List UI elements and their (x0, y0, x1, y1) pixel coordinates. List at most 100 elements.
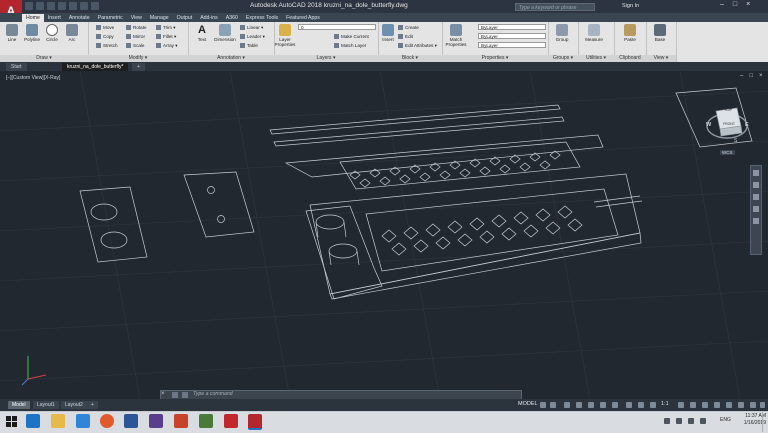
polyline-button[interactable]: Polyline (22, 24, 42, 42)
properties-panel-title[interactable]: Properties ▾ (442, 55, 548, 62)
sign-in-button[interactable]: Sign In (622, 3, 639, 9)
annotation-monitor-icon[interactable] (690, 402, 696, 408)
polar-icon[interactable] (576, 402, 582, 408)
network-icon[interactable] (676, 418, 682, 424)
file-tab-drawing[interactable]: kruzni_na_dole_butterfly* (62, 63, 129, 71)
object-snap-icon[interactable] (612, 402, 618, 408)
save-as-icon[interactable] (58, 2, 66, 10)
annotation-panel-title[interactable]: Annotation ▾ (188, 55, 274, 62)
new-tab-button[interactable]: + (132, 63, 145, 71)
object-snap-tracking-icon[interactable] (600, 402, 606, 408)
visio-icon[interactable] (149, 414, 163, 428)
match-layer-button[interactable]: Match Layer (334, 42, 366, 49)
measure-button[interactable]: Measure (584, 24, 604, 42)
workspace-icon[interactable] (678, 402, 684, 408)
annotation-scale[interactable]: 1:1 (661, 401, 669, 407)
layout-tab-model[interactable]: Model (8, 401, 30, 409)
edit-block-button[interactable]: Edit (398, 33, 413, 40)
isolate-objects-icon[interactable] (726, 402, 732, 408)
minimize-button[interactable]: – (720, 1, 724, 8)
tab-output[interactable]: Output (173, 14, 197, 22)
maximize-button[interactable]: □ (733, 1, 737, 8)
move-button[interactable]: Move (96, 24, 114, 31)
draw-panel-title[interactable]: Draw ▾ (0, 55, 88, 62)
block-panel-title[interactable]: Block ▾ (378, 55, 442, 62)
quick-properties-icon[interactable] (714, 402, 720, 408)
ortho-icon[interactable] (564, 402, 570, 408)
showmotion-icon[interactable] (753, 218, 759, 224)
arc-button[interactable]: Arc (62, 24, 82, 42)
circle-button[interactable]: Circle (42, 24, 62, 42)
viewport-restore-button[interactable]: □ (749, 73, 753, 79)
annotation-scale-icon[interactable] (650, 402, 656, 408)
file-explorer-icon[interactable] (51, 414, 65, 428)
battery-icon[interactable] (700, 418, 706, 424)
linetype-dropdown[interactable]: ByLayer (478, 33, 546, 39)
layers-panel-title[interactable]: Layers ▾ (274, 55, 378, 62)
drawing-viewport[interactable] (0, 71, 768, 399)
show-desktop-button[interactable] (762, 412, 768, 432)
save-icon[interactable] (47, 2, 55, 10)
acrobat-icon[interactable] (224, 414, 238, 428)
firefox-icon[interactable] (100, 414, 114, 428)
pan-icon[interactable] (753, 182, 759, 188)
windows-start-button[interactable] (6, 416, 17, 427)
mirror-button[interactable]: Mirror (126, 33, 145, 40)
command-history-icon[interactable] (182, 392, 188, 398)
snap-icon[interactable] (550, 402, 556, 408)
viewport-controls-label[interactable]: [–][Custom View][X-Ray] (6, 75, 60, 81)
zoom-icon[interactable] (753, 194, 759, 200)
customization-icon[interactable] (760, 402, 765, 408)
tab-featured-apps[interactable]: Featured Apps (282, 14, 324, 22)
modify-panel-title[interactable]: Modify ▾ (88, 55, 188, 62)
view-panel-title[interactable]: View ▾ (646, 55, 676, 62)
layer-properties-button[interactable]: Layer Properties (274, 24, 296, 47)
undo-icon[interactable] (80, 2, 88, 10)
navigation-bar[interactable] (750, 165, 762, 255)
line-button[interactable]: Line (2, 24, 22, 42)
clipboard-panel-title[interactable]: Clipboard (614, 55, 646, 62)
wcs-menu[interactable]: WCS (720, 150, 735, 155)
steering-wheel-icon[interactable] (753, 170, 759, 176)
layout-tab-add[interactable]: + (87, 401, 98, 409)
hardware-acceleration-icon[interactable] (738, 402, 744, 408)
redo-icon[interactable] (91, 2, 99, 10)
linear-button[interactable]: Linear ▾ (240, 24, 263, 31)
viewport-close-button[interactable]: × (759, 73, 763, 79)
text-button[interactable]: A Text (192, 24, 212, 42)
edit-attributes-button[interactable]: Edit Attributes ▾ (398, 42, 437, 49)
tab-express-tools[interactable]: Express Tools (242, 14, 282, 22)
paste-button[interactable]: Paste (620, 24, 640, 42)
model-space-toggle[interactable]: MODEL (518, 401, 538, 407)
fillet-button[interactable]: Fillet ▾ (156, 33, 176, 40)
layer-dropdown[interactable]: 0 (298, 24, 376, 30)
command-line-settings-icon[interactable] (172, 392, 178, 398)
print-icon[interactable] (69, 2, 77, 10)
color-dropdown[interactable]: ByLayer (478, 24, 546, 30)
input-language[interactable]: ENG (720, 417, 731, 423)
tab-home[interactable]: Home (22, 14, 44, 22)
clean-screen-icon[interactable] (750, 402, 756, 408)
tab-parametric[interactable]: Parametric (94, 14, 127, 22)
dimension-button[interactable]: Dimension (212, 24, 238, 42)
close-button[interactable]: × (746, 1, 750, 8)
utilities-panel-title[interactable]: Utilities ▾ (578, 55, 614, 62)
scale-button[interactable]: Scale (126, 42, 145, 49)
layout-tab-layout2[interactable]: Layout2 (61, 401, 87, 409)
copy-button[interactable]: Copy (96, 33, 114, 40)
groups-panel-title[interactable]: Groups ▾ (548, 55, 578, 62)
lineweight-dropdown[interactable]: ByLayer (478, 42, 546, 48)
tab-a360[interactable]: A360 (222, 14, 242, 22)
viewport-minimize-button[interactable]: – (740, 73, 743, 79)
file-tab-start[interactable]: Start (6, 63, 27, 71)
search-input[interactable]: Type a keyword or phrase (515, 3, 595, 11)
command-input[interactable]: Type a command (193, 391, 233, 397)
show-hidden-icons-icon[interactable] (664, 418, 670, 424)
open-file-icon[interactable] (36, 2, 44, 10)
isodraft-icon[interactable] (588, 402, 594, 408)
tab-add-ins[interactable]: Add-ins (196, 14, 222, 22)
create-block-button[interactable]: Create (398, 24, 419, 31)
store-icon[interactable] (76, 414, 90, 428)
array-button[interactable]: Array ▾ (156, 42, 178, 49)
layout-tab-layout1[interactable]: Layout1 (33, 401, 59, 409)
